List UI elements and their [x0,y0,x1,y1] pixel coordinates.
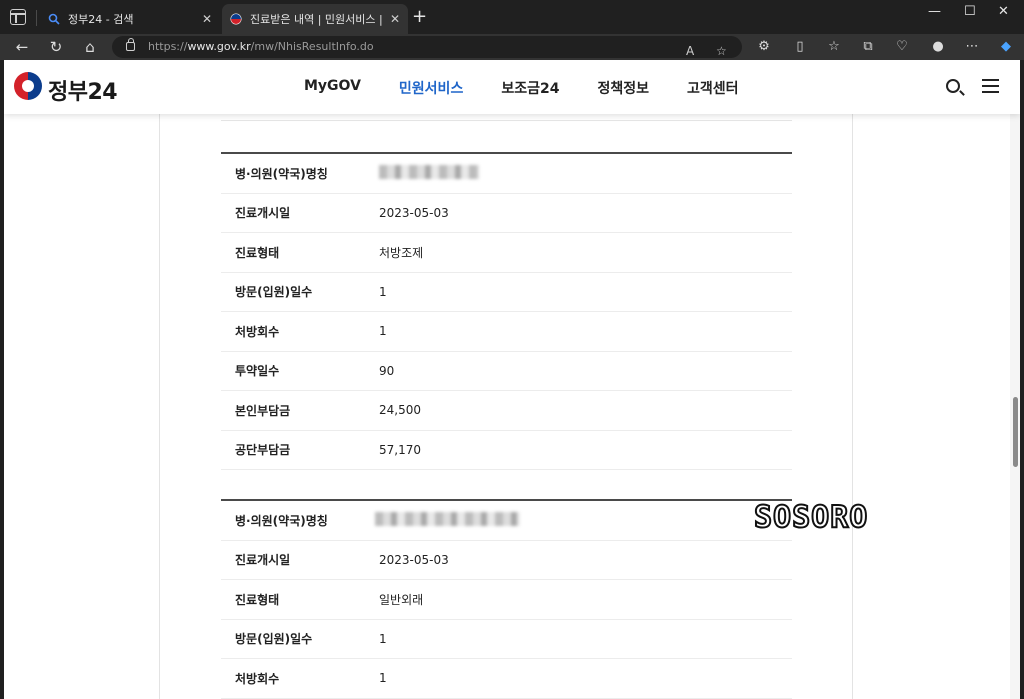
maximize-icon[interactable]: ☐ [964,4,976,19]
row-label: 공단부담금 [235,443,291,458]
row-label: 방문(입원)일수 [235,285,313,300]
lock-icon[interactable] [126,38,135,51]
nav-civil-service[interactable]: 민원서비스 [399,78,463,98]
gov-logo-icon[interactable] [14,72,42,100]
tab-actions-icon[interactable] [10,9,26,25]
row-label: 진료개시일 [235,553,291,568]
row-label: 방문(입원)일수 [235,632,313,647]
blurred-hospital-name [375,511,520,526]
row-value: 2023-05-03 [379,552,449,567]
search-favicon-icon [48,13,60,25]
nav-customer-center[interactable]: 고객센터 [687,78,739,98]
table-row: 진료개시일 2023-05-03 [221,194,792,233]
nav-policy[interactable]: 정책정보 [597,78,649,98]
address-bar[interactable]: https://www.gov.kr/mw/NhisResultInfo.do … [112,36,742,58]
row-value: 1 [379,284,387,299]
row-value: 일반외래 [379,592,424,607]
refresh-icon[interactable]: ↻ [46,37,66,57]
url-prefix: https:// [148,40,188,53]
browser-tab-strip: 정부24 - 검색 ✕ 진료받은 내역 | 민원서비스 | 정부 ✕ + — ☐… [0,0,1024,34]
profile-avatar-icon[interactable]: ● [928,37,948,57]
row-label: 병·의원(약국)명칭 [235,513,328,528]
table-row: 투약일수 90 [221,352,792,391]
nav-mygov[interactable]: MyGOV [304,78,361,98]
row-label: 진료형태 [235,592,280,607]
url-path: /mw/NhisResultInfo.do [250,40,374,53]
url-host: www.gov.kr [187,40,251,53]
tab-divider [36,10,37,26]
row-value [375,511,792,529]
tab-title: 정부24 - 검색 [68,13,134,26]
table-row: 진료형태 처방조제 [221,233,792,273]
collections-icon[interactable]: ⧉ [858,37,878,57]
hamburger-menu-icon[interactable] [982,79,999,93]
table-row: 진료개시일 2023-05-03 [221,541,792,580]
favorite-star-icon[interactable]: ☆ [716,40,727,62]
row-value: 24,500 [379,403,421,418]
close-tab-icon[interactable]: ✕ [390,12,400,26]
row-label: 진료개시일 [235,206,291,221]
record-block-2: 병·의원(약국)명칭 진료개시일 2023-05-03 진료형태 일반외래 방문(입… [221,499,792,699]
gov-favicon-icon [230,13,242,25]
browser-essentials-icon[interactable]: ♡ [892,37,912,57]
content-area: 병·의원(약국)명칭 진료개시일 2023-05-03 진료형태 처방조제 방문(입… [159,114,853,699]
row-value: 1 [379,671,387,686]
copilot-icon[interactable]: ◆ [996,37,1016,57]
close-tab-icon[interactable]: ✕ [202,12,212,26]
record-block-1: 병·의원(약국)명칭 진료개시일 2023-05-03 진료형태 처방조제 방문(입… [221,152,792,470]
minimize-icon[interactable]: — [928,4,941,19]
back-icon[interactable]: ← [12,37,32,57]
row-label: 처방회수 [235,324,280,339]
page-scrollbar[interactable] [1010,114,1020,699]
table-row: 공단부담금 57,170 [221,431,792,470]
row-value: 처방조제 [379,245,424,260]
table-row: 방문(입원)일수 1 [221,620,792,659]
extensions-icon[interactable]: ⚙ [754,37,774,57]
browser-tab-active[interactable]: 진료받은 내역 | 민원서비스 | 정부 ✕ [222,4,408,34]
split-screen-icon[interactable]: ▯ [790,37,810,57]
browser-tab-search[interactable]: 정부24 - 검색 ✕ [40,4,220,34]
main-navigation: MyGOV 민원서비스 보조금24 정책정보 고객센터 [304,78,739,98]
scrollbar-thumb[interactable] [1013,397,1018,467]
browser-toolbar: ← ↻ ⌂ https://www.gov.kr/mw/NhisResultIn… [0,34,1024,60]
row-value: 2023-05-03 [379,205,449,220]
table-row: 병·의원(약국)명칭 [221,154,792,194]
row-value: 57,170 [379,442,421,457]
site-logo-text[interactable]: 정부24 [48,74,118,106]
blurred-hospital-name [379,164,479,179]
read-aloud-icon[interactable]: A [686,40,694,62]
table-row: 진료형태 일반외래 [221,580,792,620]
table-row: 방문(입원)일수 1 [221,273,792,312]
row-value: 90 [379,363,395,378]
page-viewport: 정부24 MyGOV 민원서비스 보조금24 정책정보 고객센터 병·의원(약국… [4,60,1020,699]
home-icon[interactable]: ⌂ [80,37,100,57]
table-row: 처방회수 1 [221,312,792,352]
table-row: 병·의원(약국)명칭 [221,501,792,541]
window-close-icon[interactable]: ✕ [998,4,1009,19]
nav-subsidy[interactable]: 보조금24 [501,78,559,98]
tab-title: 진료받은 내역 | 민원서비스 | 정부 [250,13,384,26]
new-tab-icon[interactable]: + [412,8,427,26]
row-value [379,164,792,182]
table-row: 처방회수 1 [221,659,792,699]
search-icon[interactable] [946,79,960,93]
favorites-icon[interactable]: ☆ [824,37,844,57]
row-value: 1 [379,324,387,339]
row-label: 처방회수 [235,671,280,686]
row-label: 본인부담금 [235,403,291,418]
site-header: 정부24 MyGOV 민원서비스 보조금24 정책정보 고객센터 [4,60,1020,114]
more-menu-icon[interactable]: ⋯ [962,37,982,57]
table-row: 본인부담금 24,500 [221,391,792,431]
row-label: 병·의원(약국)명칭 [235,166,328,181]
row-label: 투약일수 [235,364,280,379]
divider [221,120,792,121]
row-value: 1 [379,631,387,646]
row-label: 진료형태 [235,245,280,260]
watermark-text: SOSORO [753,499,869,536]
